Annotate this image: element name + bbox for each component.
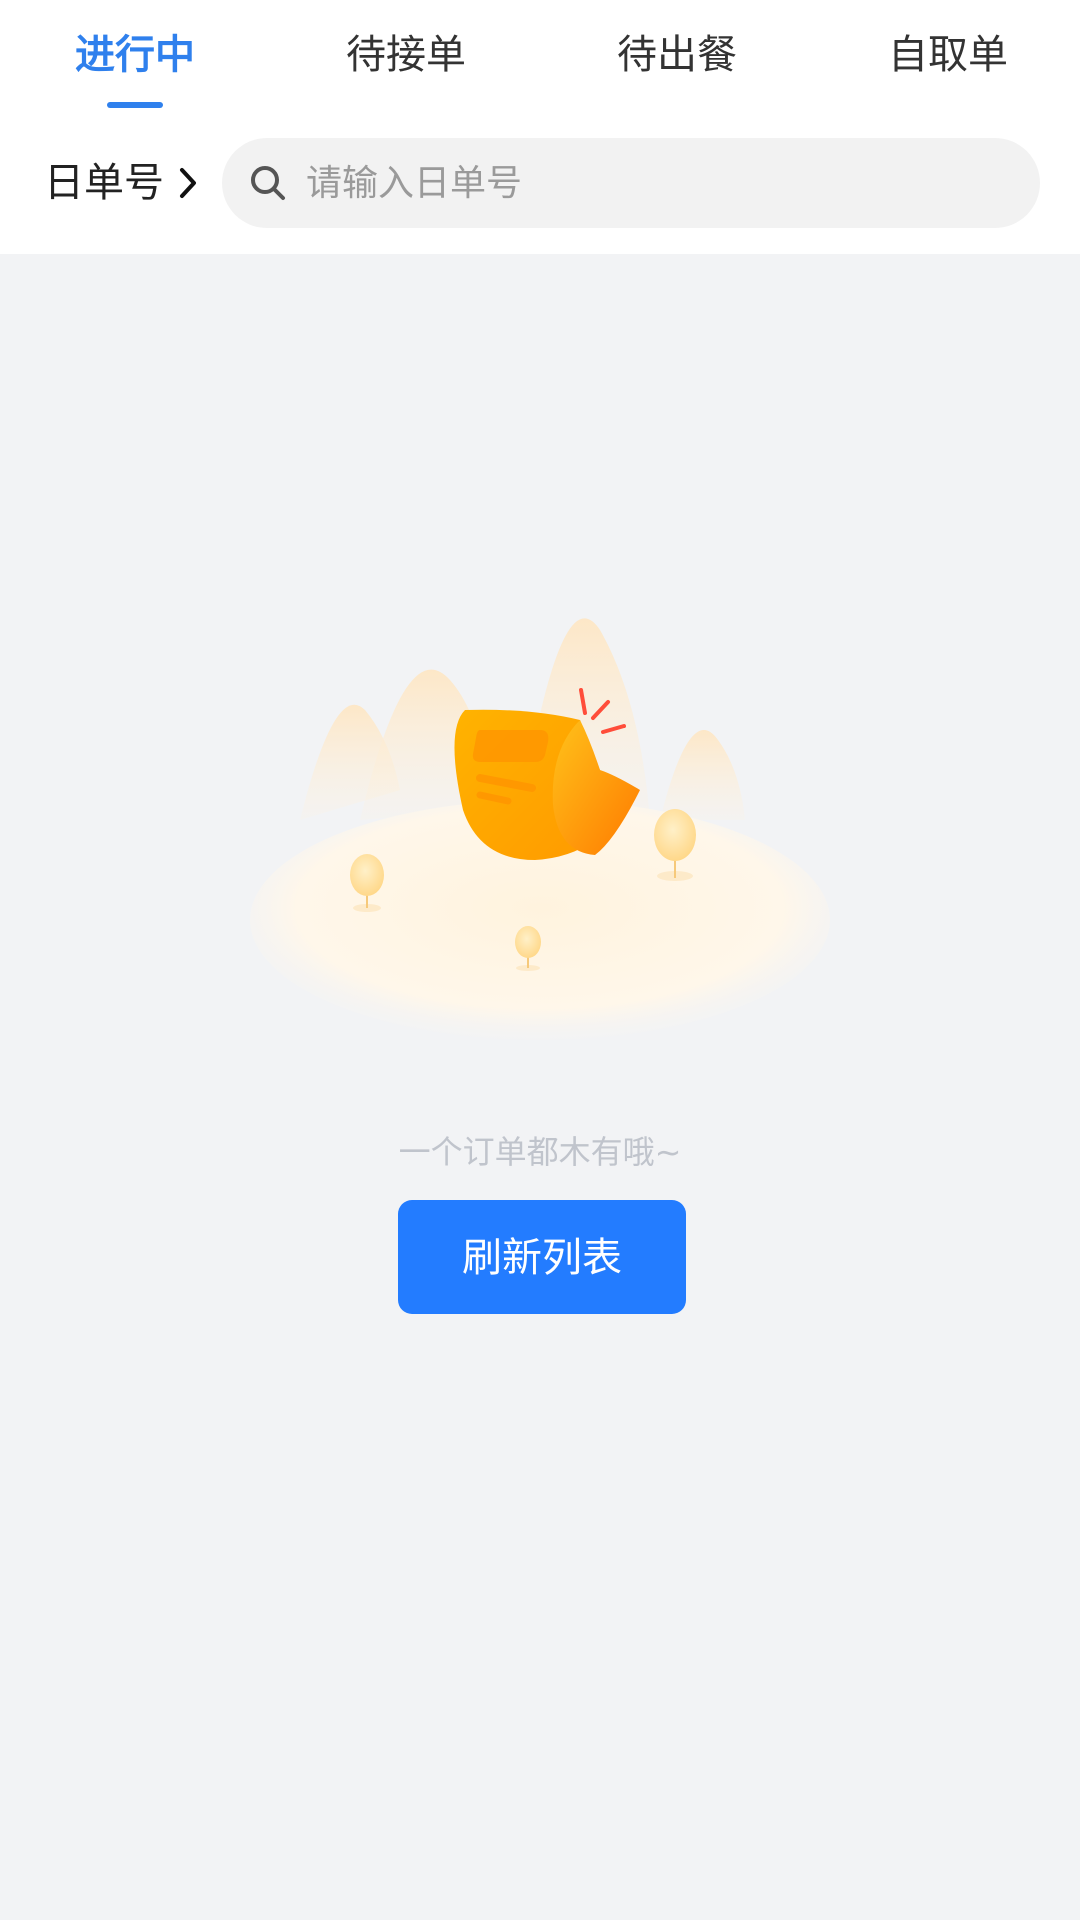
tab-in-progress[interactable]: 进行中 (55, 22, 215, 88)
empty-order-illustration (250, 618, 830, 1040)
tab-bar: 进行中 待接单 待出餐 自取单 (0, 0, 1080, 110)
order-type-label: 日单号 (44, 160, 164, 206)
page: 进行中 待接单 待出餐 自取单 日单号 请输入日单号 一个订单都木有哦~ 刷新列… (0, 0, 1080, 1920)
tab-pending-accept[interactable]: 待接单 (326, 22, 486, 88)
search-icon (251, 166, 285, 200)
search-box[interactable] (222, 138, 1040, 228)
chevron-right-icon (180, 168, 196, 198)
tab-self-pickup[interactable]: 自取单 (868, 22, 1028, 88)
empty-message: 一个订单都木有哦~ (398, 1133, 682, 1171)
tab-active-indicator (107, 102, 163, 108)
order-type-selector[interactable]: 日单号 (44, 138, 200, 228)
refresh-list-button[interactable]: 刷新列表 (398, 1200, 686, 1314)
tab-pending-meal[interactable]: 待出餐 (597, 22, 757, 88)
search-input[interactable] (304, 142, 1040, 224)
header: 进行中 待接单 待出餐 自取单 日单号 (0, 0, 1080, 254)
search-row: 日单号 (0, 138, 1080, 228)
